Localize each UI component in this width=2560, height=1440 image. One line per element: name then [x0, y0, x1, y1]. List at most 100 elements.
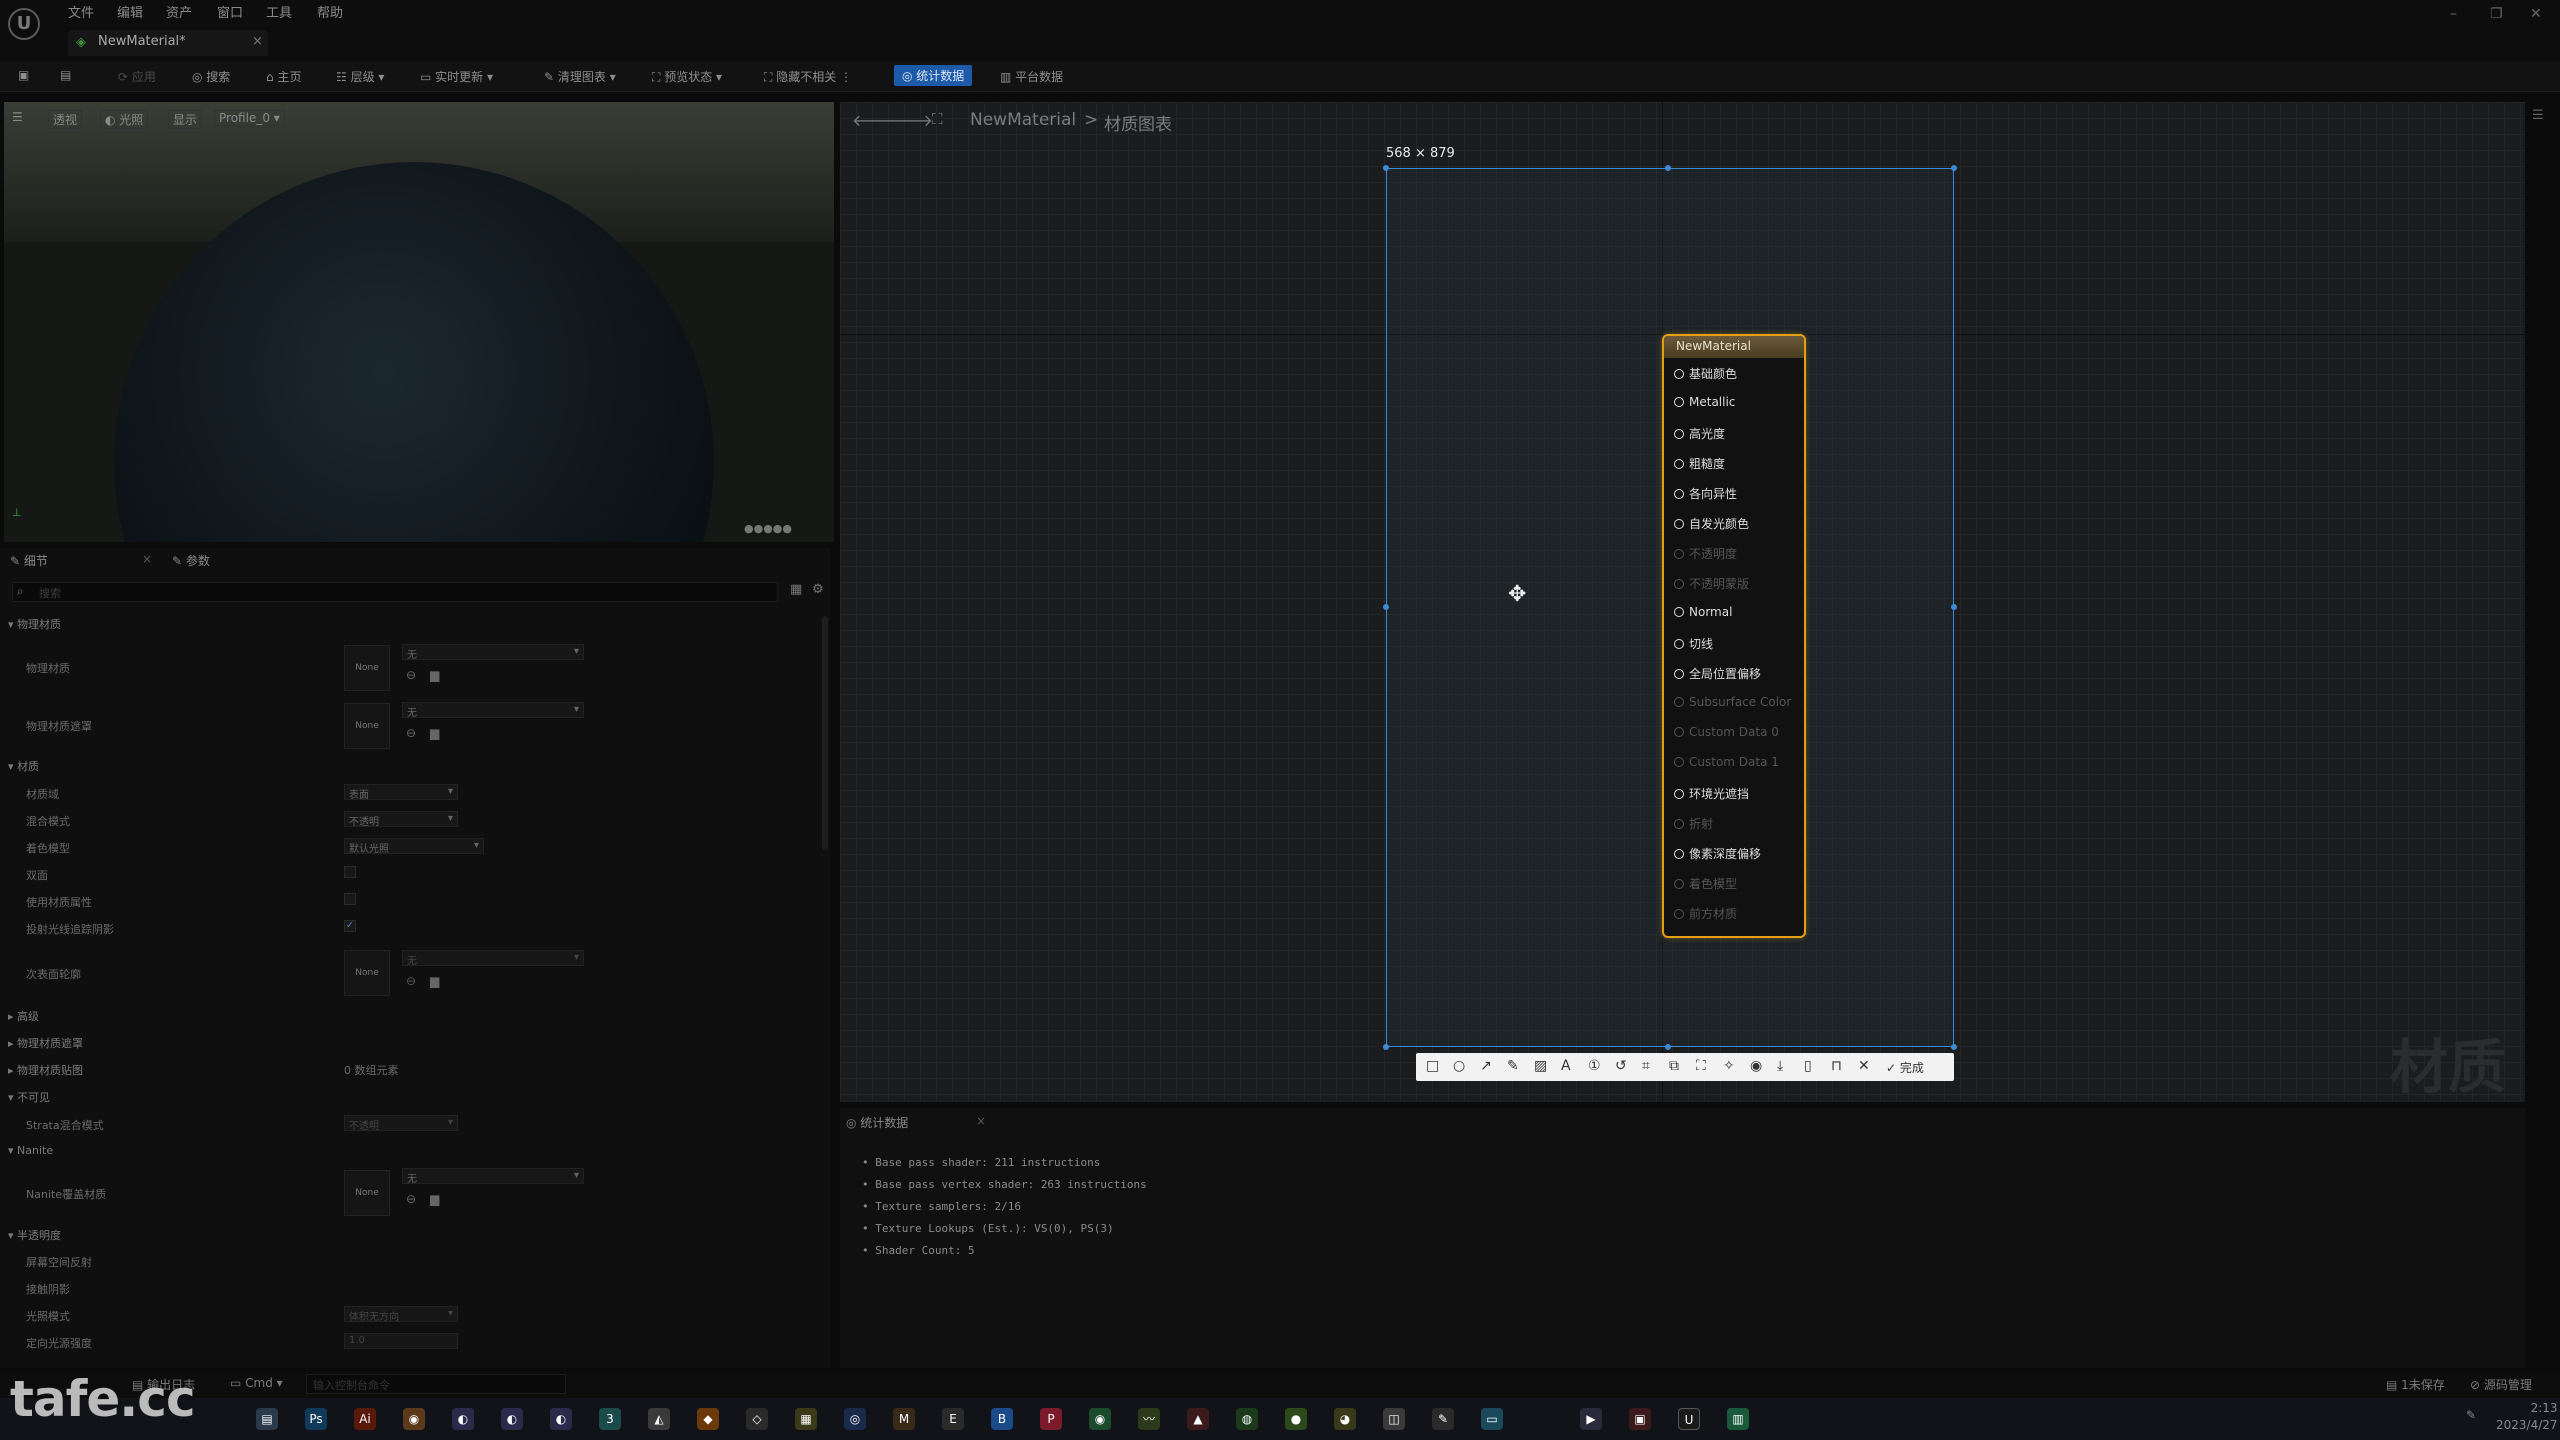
pin-connector-icon[interactable] — [1674, 489, 1684, 499]
pin-icon[interactable]: ✧ — [1723, 1058, 1735, 1074]
physical-material-thumbnail[interactable]: None — [344, 645, 390, 691]
app-icon[interactable]: ▦ — [795, 1408, 817, 1430]
pin-connector-icon[interactable] — [1674, 549, 1684, 559]
app-icon[interactable]: P — [1040, 1408, 1062, 1430]
palette-icon[interactable]: ☰ — [2532, 108, 2544, 123]
back-icon[interactable]: 🡐 — [852, 110, 895, 130]
selection-handle[interactable] — [1383, 1044, 1389, 1050]
pin-connector-icon[interactable] — [1674, 789, 1684, 799]
pin-connector-icon[interactable] — [1674, 429, 1684, 439]
bookmark-icon[interactable]: ⊓ — [1831, 1058, 1842, 1074]
directional-light-intensity-input[interactable]: 1.0 — [344, 1333, 458, 1349]
search-button[interactable]: ◎ 搜索 — [192, 68, 230, 85]
done-button[interactable]: ✓ 完成 — [1886, 1059, 1924, 1076]
section-invisible[interactable]: ▾ 不可见 — [8, 1089, 50, 1105]
selection-handle[interactable] — [1951, 165, 1957, 171]
browse-asset-icon[interactable]: ▆ — [430, 974, 439, 988]
app-icon[interactable]: ▥ — [1727, 1408, 1749, 1430]
clean-graph-button[interactable]: ✎ 清理图表 ▾ — [544, 68, 616, 85]
use-selected-icon[interactable]: ⊖ — [406, 726, 416, 740]
close-tab-icon[interactable]: × — [252, 34, 263, 49]
stats-button[interactable]: ◎ 统计数据 — [894, 65, 973, 86]
node-pin[interactable]: 高光度 — [1674, 425, 1725, 442]
node-pin[interactable]: Subsurface Color — [1674, 695, 1791, 709]
app-icon[interactable]: ◫ — [1383, 1408, 1405, 1430]
subsurface-profile-dropdown[interactable]: 无 ▾ — [402, 950, 584, 967]
node-pin[interactable]: 折射 — [1674, 815, 1713, 832]
app-icon[interactable]: ◭ — [648, 1408, 670, 1430]
use-selected-icon[interactable]: ⊖ — [406, 974, 416, 988]
nanite-override-thumbnail[interactable]: None — [344, 1170, 390, 1216]
circle-icon[interactable]: ○ — [1453, 1058, 1465, 1074]
viewport-menu-icon[interactable]: ☰ — [12, 110, 23, 124]
strata-blend-mode-dropdown[interactable]: 不透明 ▾ — [344, 1115, 458, 1132]
pin-connector-icon[interactable] — [1674, 397, 1684, 407]
section-advanced[interactable]: ▸ 高级 — [8, 1008, 39, 1024]
physical-material-dropdown[interactable]: 无 ▾ — [402, 644, 584, 661]
illustrator-icon[interactable]: Ai — [354, 1408, 376, 1430]
arrow-icon[interactable]: ↗ — [1480, 1058, 1492, 1074]
selection-handle[interactable] — [1951, 604, 1957, 610]
text-icon[interactable]: A — [1561, 1058, 1571, 1074]
home-button[interactable]: ⌂ 主页 — [266, 68, 301, 85]
node-pin[interactable]: 着色模型 — [1674, 875, 1737, 892]
app-icon[interactable]: ▭ — [1481, 1408, 1503, 1430]
selection-handle[interactable] — [1383, 165, 1389, 171]
node-pin[interactable]: Normal — [1674, 605, 1732, 619]
tray-icon[interactable]: ✎ — [2466, 1408, 2476, 1422]
minimize-icon[interactable]: – — [2450, 6, 2457, 22]
subsurface-profile-thumbnail[interactable]: None — [344, 950, 390, 996]
menu-tools[interactable]: 工具 — [266, 2, 292, 21]
chrome-icon[interactable]: ◕ — [1334, 1408, 1356, 1430]
live-update-button[interactable]: ▭ 实时更新 ▾ — [420, 68, 493, 85]
node-pin[interactable]: Metallic — [1674, 395, 1735, 409]
lit-button[interactable]: ◐ 光照 — [100, 110, 149, 129]
node-pin[interactable]: 不透明蒙版 — [1674, 575, 1749, 592]
pen-icon[interactable]: ✎ — [1507, 1058, 1519, 1074]
cast-ray-traced-shadows-checkbox[interactable]: ✓ — [344, 920, 356, 932]
pin-connector-icon[interactable] — [1674, 669, 1684, 679]
app-icon[interactable]: ◐ — [550, 1408, 572, 1430]
save-icon[interactable]: ▣ — [18, 68, 29, 82]
camera-icon[interactable]: ▶ — [1580, 1408, 1602, 1430]
section-physical-material-map[interactable]: ▸ 物理材质贴图 — [8, 1062, 83, 1078]
app-icon[interactable]: ▲ — [1187, 1408, 1209, 1430]
section-translucency[interactable]: ▾ 半透明度 — [8, 1227, 61, 1243]
close-icon[interactable]: ✕ — [1858, 1058, 1870, 1074]
preview-state-button[interactable]: ⛶ 预览状态 ▾ — [652, 68, 722, 85]
undo-icon[interactable]: ↺ — [1615, 1058, 1627, 1074]
download-icon[interactable]: ⤓ — [1777, 1058, 1783, 1074]
pin-connector-icon[interactable] — [1674, 519, 1684, 529]
blender-icon[interactable]: ◉ — [403, 1408, 425, 1430]
photoshop-icon[interactable]: Ps — [305, 1408, 327, 1430]
app-icon[interactable]: ✎ — [1432, 1408, 1454, 1430]
crop-icon[interactable]: ⌗ — [1642, 1058, 1650, 1074]
pin-connector-icon[interactable] — [1674, 879, 1684, 889]
pin-connector-icon[interactable] — [1674, 819, 1684, 829]
app-icon[interactable]: ▣ — [1629, 1408, 1651, 1430]
two-sided-checkbox[interactable] — [344, 866, 356, 878]
square-icon[interactable]: □ — [1426, 1058, 1439, 1074]
pin-connector-icon[interactable] — [1674, 459, 1684, 469]
mosaic-icon[interactable]: ▨ — [1534, 1058, 1547, 1074]
app-icon[interactable]: ◐ — [452, 1408, 474, 1430]
cmd-dropdown[interactable]: ▭ Cmd ▾ — [230, 1376, 283, 1390]
node-pin[interactable]: Custom Data 1 — [1674, 755, 1779, 769]
close-details-tab-icon[interactable]: × — [142, 552, 152, 566]
number-icon[interactable]: ① — [1588, 1058, 1601, 1074]
node-pin[interactable]: Custom Data 0 — [1674, 725, 1779, 739]
section-material[interactable]: ▾ 材质 — [8, 758, 39, 774]
apply-button[interactable]: ⟳ 应用 — [118, 68, 156, 85]
node-pin[interactable]: 各向异性 — [1674, 485, 1737, 502]
table-view-icon[interactable]: ▦ — [790, 582, 802, 597]
use-selected-icon[interactable]: ⊖ — [406, 1192, 416, 1206]
preview-viewport[interactable]: ●●●●● ⊥ — [4, 102, 834, 542]
node-pin[interactable]: 像素深度偏移 — [1674, 845, 1761, 862]
pin-connector-icon[interactable] — [1674, 369, 1684, 379]
selection-handle[interactable] — [1665, 1044, 1671, 1050]
node-pin[interactable]: 环境光遮挡 — [1674, 785, 1749, 802]
app-icon[interactable]: ◐ — [501, 1408, 523, 1430]
node-pin[interactable]: 粗糙度 — [1674, 455, 1725, 472]
3ds-max-icon[interactable]: 3 — [599, 1408, 621, 1430]
selection-handle[interactable] — [1383, 604, 1389, 610]
